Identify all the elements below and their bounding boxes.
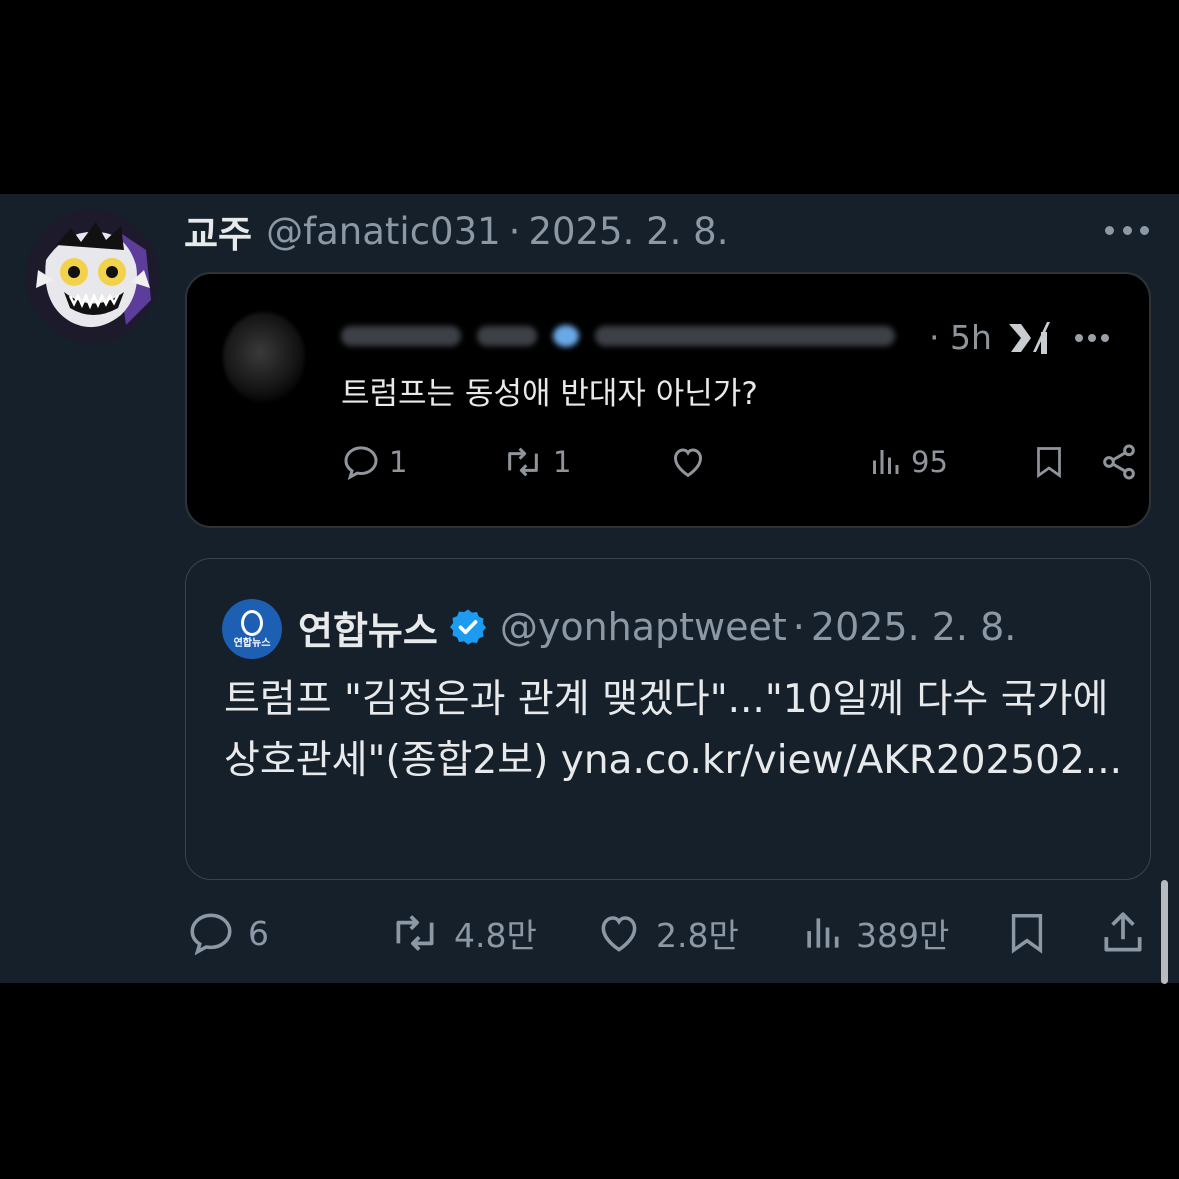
repost-icon	[396, 915, 434, 951]
screenshot-bookmark	[1031, 440, 1067, 484]
repost-button[interactable]: 4.8만	[388, 902, 537, 964]
like-button[interactable]: 2.8만	[594, 902, 739, 964]
screenshot-view-count: 95	[911, 445, 948, 479]
share-button[interactable]	[1098, 902, 1148, 964]
quoted-handle: @yonhaptweet	[499, 605, 787, 649]
screenshot-repost-count: 1	[553, 445, 572, 479]
quoted-link[interactable]: yna.co.kr/view/AKR202502...	[561, 738, 1122, 783]
more-options-icon[interactable]	[1105, 220, 1149, 240]
screenshot-repost: 1	[501, 440, 571, 484]
blurred-user-name	[341, 318, 895, 354]
tweet-action-bar: 6 4.8만 2.8만 389만	[0, 902, 1179, 964]
user-handle[interactable]: @fanatic031	[266, 210, 501, 253]
cartoon-monster-avatar-image	[26, 210, 159, 343]
heart-icon	[601, 916, 637, 952]
repost-count: 4.8만	[454, 916, 537, 955]
quoted-tweet[interactable]: 연합뉴스 연합뉴스 @yonhaptweet · 2025. 2. 8. 트럼프…	[185, 558, 1151, 880]
quoted-display-name: 연합뉴스	[298, 608, 438, 653]
separator-dot: ·	[508, 209, 521, 253]
screenshot-views: 95	[867, 440, 948, 484]
reply-count: 6	[248, 913, 269, 953]
screenshot-share	[1099, 440, 1139, 484]
reply-icon	[344, 446, 378, 481]
views-button[interactable]: 389만	[800, 902, 949, 964]
quoted-user-avatar[interactable]: 연합뉴스	[222, 599, 282, 659]
blurred-avatar	[223, 312, 305, 402]
tweet-date[interactable]: 2025. 2. 8.	[528, 210, 728, 253]
screenshot-like	[667, 440, 709, 484]
tweet-header: 교주 @fanatic031 · 2025. 2. 8.	[184, 208, 729, 257]
bookmark-icon	[1037, 447, 1061, 479]
repost-icon	[508, 447, 538, 477]
views-icon	[807, 918, 839, 948]
screenshot-actions: 1 1 95	[341, 440, 1135, 484]
avatar-logo-text: 연합뉴스	[233, 637, 271, 649]
yonhap-logo-icon	[241, 609, 263, 636]
reply-icon	[190, 913, 232, 956]
attached-screenshot-image[interactable]: · 5h 트럼프는 동성애 반대자 아닌가? 1 1 95	[185, 272, 1151, 528]
like-count: 2.8만	[656, 916, 739, 955]
x-logo-icon	[1009, 322, 1050, 354]
screenshot-time: · 5h	[929, 318, 992, 357]
screenshot-reply-count: 1	[389, 445, 408, 479]
quoted-tweet-text: 트럼프 "김정은과 관계 맺겠다"..."10일께 다수 국가에 상호관세"(종…	[224, 669, 1124, 791]
user-avatar[interactable]	[26, 210, 159, 343]
tweet[interactable]: 교주 @fanatic031 · 2025. 2. 8. · 5h 트럼프는 동…	[0, 194, 1179, 984]
screenshot-more-icon	[1075, 334, 1109, 344]
quoted-date: 2025. 2. 8.	[810, 605, 1017, 649]
reply-button[interactable]: 6	[186, 902, 269, 964]
views-icon	[873, 450, 899, 474]
share-icon	[1104, 912, 1142, 952]
share-icon	[1103, 444, 1135, 480]
quoted-tweet-header: 연합뉴스 @yonhaptweet · 2025. 2. 8.	[298, 599, 1016, 655]
heart-icon	[673, 448, 703, 478]
verified-badge-icon	[449, 609, 486, 645]
bookmark-icon	[1011, 914, 1043, 954]
scrollbar[interactable]	[1161, 880, 1168, 984]
screenshot-reply: 1	[341, 440, 407, 484]
view-count: 389만	[856, 916, 950, 955]
display-name[interactable]: 교주	[184, 204, 252, 258]
quoted-separator-dot: ·	[792, 605, 805, 649]
bookmark-button[interactable]	[1004, 902, 1050, 964]
screenshot-text: 트럼프는 동성애 반대자 아닌가?	[341, 376, 758, 412]
